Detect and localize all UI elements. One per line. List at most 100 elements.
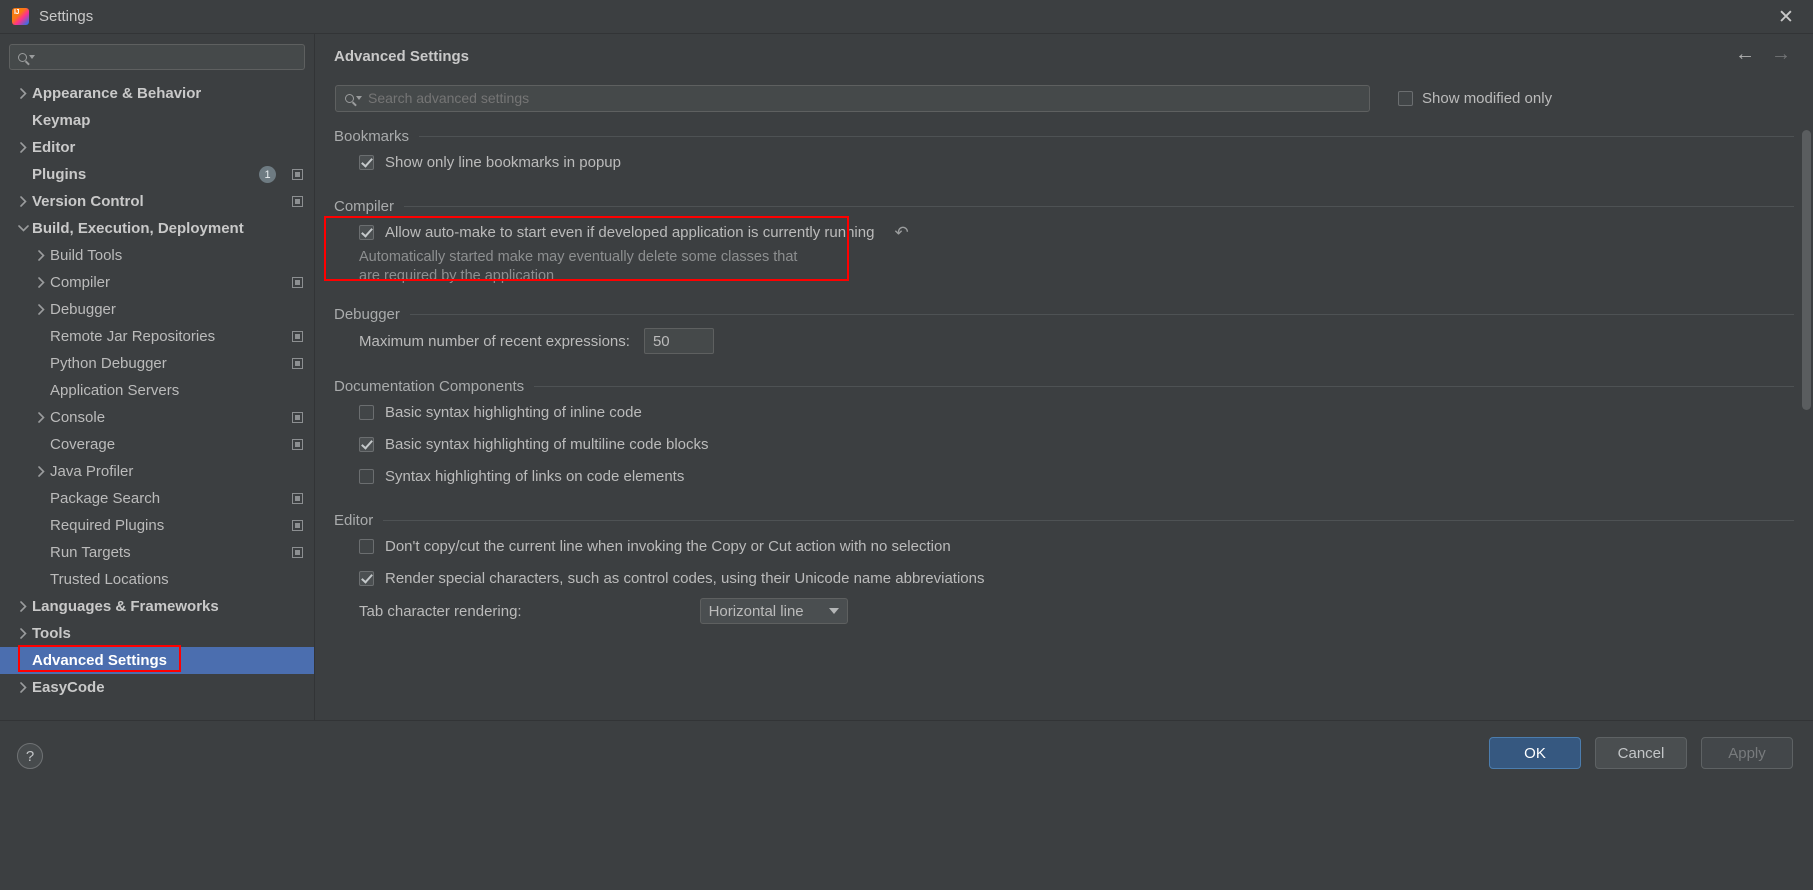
option-row[interactable]: Syntax highlighting of links on code ele… (315, 460, 1813, 492)
recent-expressions-input[interactable]: 50 (643, 328, 714, 354)
window-title: Settings (39, 8, 94, 25)
option-checkbox[interactable] (359, 404, 374, 420)
sidebar-item-label: Languages & Frameworks (32, 598, 219, 615)
option-checkbox[interactable] (359, 436, 374, 452)
advanced-search-input[interactable] (362, 90, 1369, 106)
sidebar-item-label: Package Search (50, 490, 161, 507)
sidebar-item-compiler[interactable]: Compiler (0, 269, 314, 296)
show-modified-only-label: Show modified only (1422, 89, 1553, 107)
sidebar-item-label: Version Control (32, 193, 144, 210)
sidebar-item-console[interactable]: Console (0, 404, 314, 431)
option-label: Show only line bookmarks in popup (385, 153, 621, 171)
project-scope-icon (292, 439, 303, 450)
sidebar-item-keymap[interactable]: Keymap (0, 107, 314, 134)
cancel-button[interactable]: Cancel (1595, 737, 1687, 769)
sidebar-item-plugins[interactable]: Plugins 1 (0, 161, 314, 188)
sidebar-item-tools[interactable]: Tools (0, 620, 314, 647)
section-documentation-components: Documentation Components Basic syntax hig… (315, 376, 1813, 510)
option-label: Don't copy/cut the current line when inv… (385, 537, 951, 555)
chevron-right-icon[interactable] (14, 88, 32, 99)
tab-character-rendering-dropdown[interactable]: Horizontal line (699, 598, 848, 624)
sidebar-item-advanced-settings[interactable]: Advanced Settings (0, 647, 314, 674)
chevron-right-icon[interactable] (32, 466, 50, 477)
apply-button[interactable]: Apply (1701, 737, 1793, 769)
sidebar-item-build-tools[interactable]: Build Tools (0, 242, 314, 269)
option-checkbox[interactable] (359, 570, 374, 586)
project-scope-icon (292, 331, 303, 342)
option-row[interactable]: Basic syntax highlighting of inline code (315, 396, 1813, 428)
option-checkbox[interactable] (359, 538, 374, 554)
option-row[interactable]: Show only line bookmarks in popup (315, 146, 1813, 178)
sidebar-item-required-plugins[interactable]: Required Plugins (0, 512, 314, 539)
option-checkbox[interactable] (359, 154, 374, 170)
sidebar-item-label: Plugins (32, 166, 87, 183)
sidebar-item-label: Tools (32, 625, 71, 642)
sidebar-item-easycode[interactable]: EasyCode (0, 674, 314, 701)
sidebar-item-python-debugger[interactable]: Python Debugger (0, 350, 314, 377)
option-checkbox[interactable] (359, 468, 374, 484)
sidebar-item-languages-frameworks[interactable]: Languages & Frameworks (0, 593, 314, 620)
chevron-right-icon[interactable] (14, 196, 32, 207)
chevron-right-icon[interactable] (14, 628, 32, 639)
sidebar-item-label: Advanced Settings (32, 652, 168, 669)
field-label: Maximum number of recent expressions: (359, 332, 630, 350)
close-icon[interactable]: ✕ (1759, 0, 1813, 34)
dropdown-value: Horizontal line (708, 602, 804, 620)
sidebar-item-run-targets[interactable]: Run Targets (0, 539, 314, 566)
sidebar-item-label: Keymap (32, 112, 91, 129)
sidebar-item-package-search[interactable]: Package Search (0, 485, 314, 512)
project-scope-icon (292, 520, 303, 531)
option-label: Basic syntax highlighting of inline code (385, 403, 642, 421)
chevron-right-icon[interactable] (32, 250, 50, 261)
show-modified-only-toggle[interactable]: Show modified only (1398, 90, 1552, 107)
sidebar-item-editor[interactable]: Editor (0, 134, 314, 161)
help-button[interactable]: ? (17, 743, 43, 769)
sidebar-search-input[interactable] (35, 49, 304, 65)
sidebar-item-debugger[interactable]: Debugger (0, 296, 314, 323)
sidebar-item-java-profiler[interactable]: Java Profiler (0, 458, 314, 485)
advanced-search-box[interactable] (335, 84, 1370, 112)
sidebar-item-build-execution-deployment[interactable]: Build, Execution, Deployment (0, 215, 314, 242)
sidebar-item-label: EasyCode (32, 679, 105, 696)
forward-arrow-icon[interactable]: → (1771, 44, 1791, 64)
sidebar-item-coverage[interactable]: Coverage (0, 431, 314, 458)
option-description-line: are required by the application (359, 268, 555, 284)
section-divider (409, 313, 1794, 315)
sidebar-search-wrap (0, 34, 314, 70)
sidebar-item-application-servers[interactable]: Application Servers (0, 377, 314, 404)
sidebar-item-label: Run Targets (50, 544, 131, 561)
content-scrollbar[interactable] (1802, 130, 1811, 410)
ok-button[interactable]: OK (1489, 737, 1581, 769)
sidebar-search-box[interactable] (9, 44, 305, 70)
main-panel: Advanced Settings ← → Show modified only… (314, 34, 1813, 720)
sidebar-item-label: Build, Execution, Deployment (32, 220, 244, 237)
chevron-right-icon[interactable] (14, 682, 32, 693)
show-modified-only-checkbox[interactable] (1398, 90, 1413, 106)
settings-tree: Appearance & Behavior Keymap Editor Plugins… (0, 80, 314, 701)
option-row[interactable]: Basic syntax highlighting of multiline c… (315, 428, 1813, 460)
section-header: Documentation Components (315, 376, 1813, 396)
project-scope-icon (292, 196, 303, 207)
option-row[interactable]: Allow auto-make to start even if develop… (315, 216, 1813, 248)
revert-arrow-icon[interactable]: ↶ (894, 224, 908, 241)
option-checkbox[interactable] (359, 224, 374, 240)
chevron-right-icon[interactable] (32, 412, 50, 423)
page-title: Advanced Settings (334, 47, 470, 65)
dropdown-row: Tab character rendering: Horizontal line (315, 594, 1813, 628)
sidebar-item-remote-jar-repositories[interactable]: Remote Jar Repositories (0, 323, 314, 350)
chevron-right-icon[interactable] (14, 142, 32, 153)
sidebar-item-appearance-behavior[interactable]: Appearance & Behavior (0, 80, 314, 107)
chevron-right-icon[interactable] (32, 304, 50, 315)
option-row[interactable]: Render special characters, such as contr… (315, 562, 1813, 594)
chevron-right-icon[interactable] (14, 601, 32, 612)
sidebar-item-label: Appearance & Behavior (32, 85, 202, 102)
section-header: Bookmarks (315, 126, 1813, 146)
chevron-down-icon[interactable] (14, 225, 32, 232)
sidebar-item-trusted-locations[interactable]: Trusted Locations (0, 566, 314, 593)
chevron-right-icon[interactable] (32, 277, 50, 288)
sidebar-item-badge: 1 (259, 166, 276, 183)
option-row[interactable]: Don't copy/cut the current line when inv… (315, 530, 1813, 562)
sidebar-item-version-control[interactable]: Version Control (0, 188, 314, 215)
back-arrow-icon[interactable]: ← (1735, 44, 1755, 64)
